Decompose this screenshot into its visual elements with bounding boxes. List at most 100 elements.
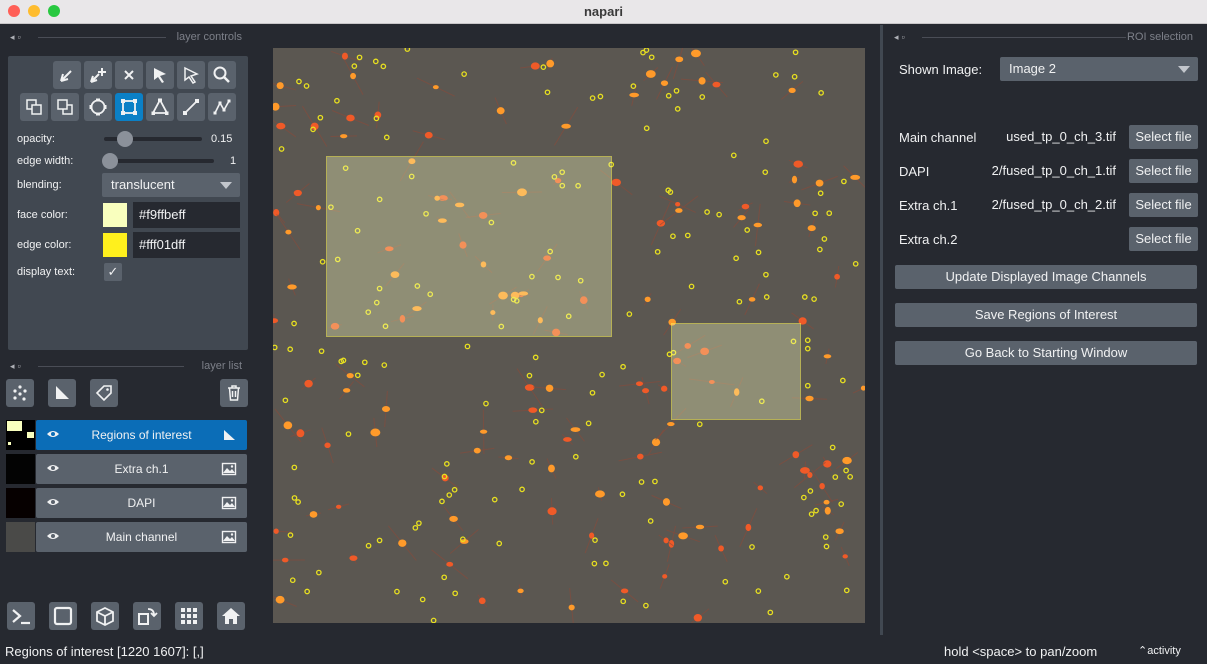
cell-body [273,318,279,324]
chevron-down-icon [220,182,232,189]
eye-icon[interactable] [46,427,60,441]
select-vertices-tool[interactable] [53,61,81,89]
edge-width-slider-handle[interactable] [102,153,118,169]
edge-width-slider[interactable] [104,159,214,163]
square-icon [53,606,73,626]
extra-ch2-select-file-button[interactable]: Select file [1129,227,1198,251]
home-icon [222,608,240,624]
move-front-tool[interactable] [51,93,79,121]
add-path-tool[interactable] [208,93,236,121]
move-back-icon [26,99,42,115]
home-button[interactable] [217,602,245,630]
layer-row-extra-ch1[interactable]: Extra ch.1 [6,454,247,484]
add-vertex-tool[interactable] [84,61,112,89]
nucleus-marker [699,94,706,100]
layer-thumbnail [6,522,35,552]
update-channels-button[interactable]: Update Displayed Image Channels [895,265,1197,289]
go-back-button[interactable]: Go Back to Starting Window [895,341,1197,365]
cell-body [285,229,292,235]
cell-body [473,447,481,454]
delete-layer-button[interactable] [220,379,248,407]
new-labels-layer-button[interactable] [90,379,118,407]
blending-dropdown[interactable]: translucent [102,173,240,197]
nucleus-marker [773,72,779,78]
dock-float-icon[interactable]: ◂▫ [10,32,24,43]
layer-name[interactable]: DAPI [76,496,207,510]
layer-name[interactable]: Extra ch.1 [76,462,207,476]
move-back-tool[interactable] [20,93,48,121]
add-line-tool[interactable] [177,93,205,121]
face-color-field[interactable]: #f9ffbeff [133,202,240,228]
nucleus-marker [345,431,352,437]
nucleus-marker [843,467,849,474]
nucleus-marker [446,492,453,498]
dapi-select-file-button[interactable]: Select file [1129,159,1198,183]
microscopy-image[interactable] [273,48,865,623]
main-channel-path-field[interactable]: used_tp_0_ch_3.tif [985,125,1120,149]
nucleus-marker [652,478,658,485]
cell-body [842,554,848,559]
nucleus-marker [381,362,388,368]
zoom-tool[interactable] [208,61,236,89]
grid-view-button[interactable] [175,602,203,630]
roll-dimensions-button[interactable] [91,602,119,630]
dock-float-icon[interactable]: ◂▫ [10,361,24,372]
nucleus-marker [452,590,459,597]
layer-name[interactable]: Main channel [76,530,207,544]
dapi-label: DAPI [899,164,930,179]
dock-splitter[interactable] [880,25,883,635]
cell-body [449,515,458,522]
ndisplay-toggle-button[interactable] [49,602,77,630]
activity-button[interactable]: ⌃activity [1138,644,1181,657]
extra-ch2-path-field[interactable] [985,227,1120,251]
nucleus-marker [544,89,551,96]
edge-color-field[interactable]: #fff01dff [133,232,240,258]
layer-row-dapi[interactable]: DAPI [6,488,247,518]
display-text-checkbox[interactable]: ✓ [104,263,122,281]
transpose-button[interactable] [133,602,161,630]
edge-color-swatch[interactable] [103,233,127,257]
shown-image-dropdown[interactable]: Image 2 [1000,57,1198,81]
new-points-layer-button[interactable] [6,379,34,407]
layer-controls-panel: opacity: 0.15 edge width: 1 blending: tr… [8,56,248,350]
add-polygon-tool[interactable] [146,93,174,121]
nucleus-marker [287,532,294,538]
cell-body [636,453,644,460]
delete-vertex-tool[interactable] [115,61,143,89]
nucleus-marker [589,389,596,396]
main-channel-select-file-button[interactable]: Select file [1129,125,1198,149]
roi-rectangle[interactable] [671,323,801,420]
opacity-label: opacity: [17,133,55,145]
opacity-slider-handle[interactable] [116,131,133,147]
dock-float-icon[interactable]: ◂▫ [894,32,908,43]
cell-body [275,595,285,604]
dapi-path-field[interactable]: 2/fused_tp_0_ch_1.tif [985,159,1120,183]
direct-select-tool[interactable] [177,61,205,89]
console-button[interactable] [7,602,35,630]
select-shapes-tool[interactable] [146,61,174,89]
layer-row-main-channel[interactable]: Main channel [6,522,247,552]
nucleus-marker [674,106,681,112]
cell-body [350,72,357,80]
shapes-icon [56,386,69,399]
nucleus-marker [620,598,627,605]
add-ellipse-tool[interactable] [84,93,112,121]
extra-ch1-path-field[interactable]: 2/fused_tp_0_ch_2.tif [985,193,1120,217]
layer-row-regions-of-interest[interactable]: Regions of interest [6,420,247,450]
extra-ch1-select-file-button[interactable]: Select file [1129,193,1198,217]
roi-rectangle[interactable] [326,156,612,337]
eye-icon[interactable] [46,495,60,509]
nucleus-marker [684,232,691,239]
eye-icon[interactable] [46,461,60,475]
new-shapes-layer-button[interactable] [48,379,76,407]
nucleus-marker [696,421,703,428]
cell-body [528,407,538,413]
eye-icon[interactable] [46,529,60,543]
viewer-canvas[interactable] [256,25,880,639]
save-rois-button[interactable]: Save Regions of Interest [895,303,1197,327]
layer-name[interactable]: Regions of interest [76,428,207,442]
face-color-swatch[interactable] [103,203,127,227]
tag-icon [95,385,112,402]
extra-ch2-label: Extra ch.2 [899,232,958,247]
add-rectangle-tool[interactable] [115,93,143,121]
